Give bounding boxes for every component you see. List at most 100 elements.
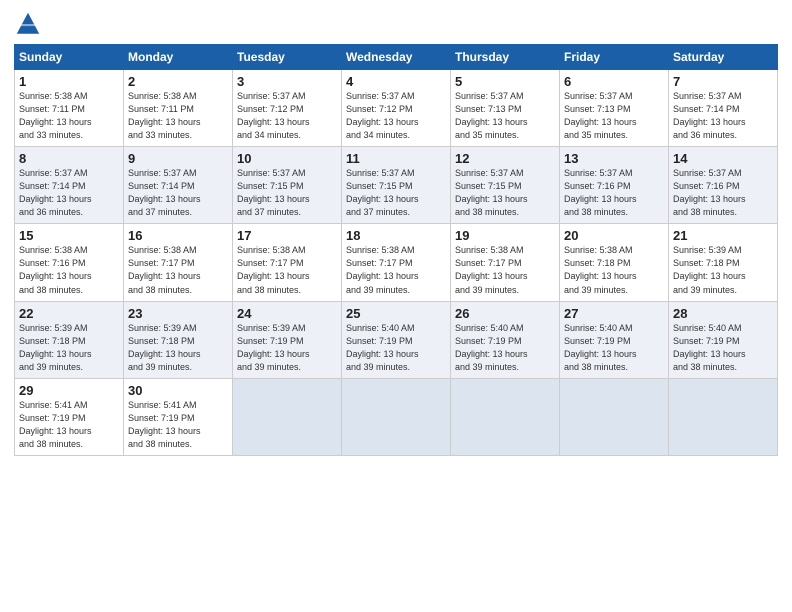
day-number: 12: [455, 151, 555, 166]
calendar-day-cell: 20 Sunrise: 5:38 AMSunset: 7:18 PMDaylig…: [560, 224, 669, 301]
header: [14, 10, 778, 38]
calendar-day-cell: 16 Sunrise: 5:38 AMSunset: 7:17 PMDaylig…: [124, 224, 233, 301]
calendar-day-cell: 13 Sunrise: 5:37 AMSunset: 7:16 PMDaylig…: [560, 147, 669, 224]
calendar-day-cell: 9 Sunrise: 5:37 AMSunset: 7:14 PMDayligh…: [124, 147, 233, 224]
calendar-day-cell: 5 Sunrise: 5:37 AMSunset: 7:13 PMDayligh…: [451, 70, 560, 147]
weekday-header: Friday: [560, 45, 669, 70]
day-info: Sunrise: 5:37 AMSunset: 7:14 PMDaylight:…: [673, 91, 746, 140]
calendar-day-cell: 4 Sunrise: 5:37 AMSunset: 7:12 PMDayligh…: [342, 70, 451, 147]
day-info: Sunrise: 5:38 AMSunset: 7:11 PMDaylight:…: [128, 91, 201, 140]
day-number: 13: [564, 151, 664, 166]
day-number: 14: [673, 151, 773, 166]
day-number: 4: [346, 74, 446, 89]
calendar-day-cell: 26 Sunrise: 5:40 AMSunset: 7:19 PMDaylig…: [451, 301, 560, 378]
day-number: 19: [455, 228, 555, 243]
calendar-week-row: 29 Sunrise: 5:41 AMSunset: 7:19 PMDaylig…: [15, 378, 778, 455]
day-number: 23: [128, 306, 228, 321]
calendar-week-row: 15 Sunrise: 5:38 AMSunset: 7:16 PMDaylig…: [15, 224, 778, 301]
day-info: Sunrise: 5:37 AMSunset: 7:13 PMDaylight:…: [455, 91, 528, 140]
calendar-day-cell: 22 Sunrise: 5:39 AMSunset: 7:18 PMDaylig…: [15, 301, 124, 378]
day-info: Sunrise: 5:39 AMSunset: 7:19 PMDaylight:…: [237, 323, 310, 372]
day-info: Sunrise: 5:37 AMSunset: 7:12 PMDaylight:…: [237, 91, 310, 140]
calendar-day-cell: 2 Sunrise: 5:38 AMSunset: 7:11 PMDayligh…: [124, 70, 233, 147]
day-number: 29: [19, 383, 119, 398]
calendar-week-row: 8 Sunrise: 5:37 AMSunset: 7:14 PMDayligh…: [15, 147, 778, 224]
calendar-day-cell: 27 Sunrise: 5:40 AMSunset: 7:19 PMDaylig…: [560, 301, 669, 378]
day-number: 27: [564, 306, 664, 321]
calendar-day-cell: 10 Sunrise: 5:37 AMSunset: 7:15 PMDaylig…: [233, 147, 342, 224]
day-info: Sunrise: 5:41 AMSunset: 7:19 PMDaylight:…: [19, 400, 92, 449]
day-number: 30: [128, 383, 228, 398]
calendar-day-cell: [669, 378, 778, 455]
weekday-header-row: SundayMondayTuesdayWednesdayThursdayFrid…: [15, 45, 778, 70]
day-number: 8: [19, 151, 119, 166]
calendar-page: SundayMondayTuesdayWednesdayThursdayFrid…: [0, 0, 792, 612]
calendar-day-cell: 21 Sunrise: 5:39 AMSunset: 7:18 PMDaylig…: [669, 224, 778, 301]
day-info: Sunrise: 5:38 AMSunset: 7:17 PMDaylight:…: [128, 245, 201, 294]
calendar-week-row: 22 Sunrise: 5:39 AMSunset: 7:18 PMDaylig…: [15, 301, 778, 378]
weekday-header: Saturday: [669, 45, 778, 70]
day-number: 26: [455, 306, 555, 321]
weekday-header: Thursday: [451, 45, 560, 70]
day-info: Sunrise: 5:40 AMSunset: 7:19 PMDaylight:…: [346, 323, 419, 372]
calendar-table: SundayMondayTuesdayWednesdayThursdayFrid…: [14, 44, 778, 456]
weekday-header: Monday: [124, 45, 233, 70]
calendar-day-cell: 17 Sunrise: 5:38 AMSunset: 7:17 PMDaylig…: [233, 224, 342, 301]
calendar-day-cell: 11 Sunrise: 5:37 AMSunset: 7:15 PMDaylig…: [342, 147, 451, 224]
calendar-day-cell: 1 Sunrise: 5:38 AMSunset: 7:11 PMDayligh…: [15, 70, 124, 147]
day-number: 6: [564, 74, 664, 89]
day-info: Sunrise: 5:38 AMSunset: 7:17 PMDaylight:…: [455, 245, 528, 294]
calendar-day-cell: [342, 378, 451, 455]
day-number: 11: [346, 151, 446, 166]
calendar-day-cell: 15 Sunrise: 5:38 AMSunset: 7:16 PMDaylig…: [15, 224, 124, 301]
weekday-header: Wednesday: [342, 45, 451, 70]
day-info: Sunrise: 5:38 AMSunset: 7:17 PMDaylight:…: [237, 245, 310, 294]
day-info: Sunrise: 5:40 AMSunset: 7:19 PMDaylight:…: [564, 323, 637, 372]
day-info: Sunrise: 5:39 AMSunset: 7:18 PMDaylight:…: [128, 323, 201, 372]
day-number: 20: [564, 228, 664, 243]
day-number: 25: [346, 306, 446, 321]
day-number: 17: [237, 228, 337, 243]
calendar-day-cell: 7 Sunrise: 5:37 AMSunset: 7:14 PMDayligh…: [669, 70, 778, 147]
calendar-day-cell: 30 Sunrise: 5:41 AMSunset: 7:19 PMDaylig…: [124, 378, 233, 455]
day-info: Sunrise: 5:37 AMSunset: 7:15 PMDaylight:…: [237, 168, 310, 217]
calendar-day-cell: 19 Sunrise: 5:38 AMSunset: 7:17 PMDaylig…: [451, 224, 560, 301]
day-info: Sunrise: 5:40 AMSunset: 7:19 PMDaylight:…: [455, 323, 528, 372]
day-info: Sunrise: 5:37 AMSunset: 7:13 PMDaylight:…: [564, 91, 637, 140]
day-number: 3: [237, 74, 337, 89]
calendar-day-cell: 12 Sunrise: 5:37 AMSunset: 7:15 PMDaylig…: [451, 147, 560, 224]
day-number: 18: [346, 228, 446, 243]
day-number: 5: [455, 74, 555, 89]
day-number: 15: [19, 228, 119, 243]
day-info: Sunrise: 5:41 AMSunset: 7:19 PMDaylight:…: [128, 400, 201, 449]
calendar-day-cell: 25 Sunrise: 5:40 AMSunset: 7:19 PMDaylig…: [342, 301, 451, 378]
weekday-header: Sunday: [15, 45, 124, 70]
day-info: Sunrise: 5:38 AMSunset: 7:17 PMDaylight:…: [346, 245, 419, 294]
day-info: Sunrise: 5:39 AMSunset: 7:18 PMDaylight:…: [19, 323, 92, 372]
logo: [14, 10, 44, 38]
day-info: Sunrise: 5:38 AMSunset: 7:11 PMDaylight:…: [19, 91, 92, 140]
day-info: Sunrise: 5:37 AMSunset: 7:16 PMDaylight:…: [673, 168, 746, 217]
day-info: Sunrise: 5:37 AMSunset: 7:14 PMDaylight:…: [128, 168, 201, 217]
day-number: 28: [673, 306, 773, 321]
day-number: 21: [673, 228, 773, 243]
day-info: Sunrise: 5:37 AMSunset: 7:14 PMDaylight:…: [19, 168, 92, 217]
weekday-header: Tuesday: [233, 45, 342, 70]
calendar-day-cell: 29 Sunrise: 5:41 AMSunset: 7:19 PMDaylig…: [15, 378, 124, 455]
calendar-day-cell: 23 Sunrise: 5:39 AMSunset: 7:18 PMDaylig…: [124, 301, 233, 378]
logo-icon: [14, 10, 42, 38]
day-number: 24: [237, 306, 337, 321]
day-number: 7: [673, 74, 773, 89]
day-number: 10: [237, 151, 337, 166]
day-info: Sunrise: 5:37 AMSunset: 7:15 PMDaylight:…: [455, 168, 528, 217]
day-info: Sunrise: 5:38 AMSunset: 7:16 PMDaylight:…: [19, 245, 92, 294]
day-number: 2: [128, 74, 228, 89]
day-info: Sunrise: 5:37 AMSunset: 7:15 PMDaylight:…: [346, 168, 419, 217]
day-info: Sunrise: 5:37 AMSunset: 7:12 PMDaylight:…: [346, 91, 419, 140]
calendar-day-cell: [451, 378, 560, 455]
calendar-day-cell: [560, 378, 669, 455]
calendar-day-cell: 28 Sunrise: 5:40 AMSunset: 7:19 PMDaylig…: [669, 301, 778, 378]
calendar-day-cell: [233, 378, 342, 455]
calendar-week-row: 1 Sunrise: 5:38 AMSunset: 7:11 PMDayligh…: [15, 70, 778, 147]
calendar-day-cell: 18 Sunrise: 5:38 AMSunset: 7:17 PMDaylig…: [342, 224, 451, 301]
